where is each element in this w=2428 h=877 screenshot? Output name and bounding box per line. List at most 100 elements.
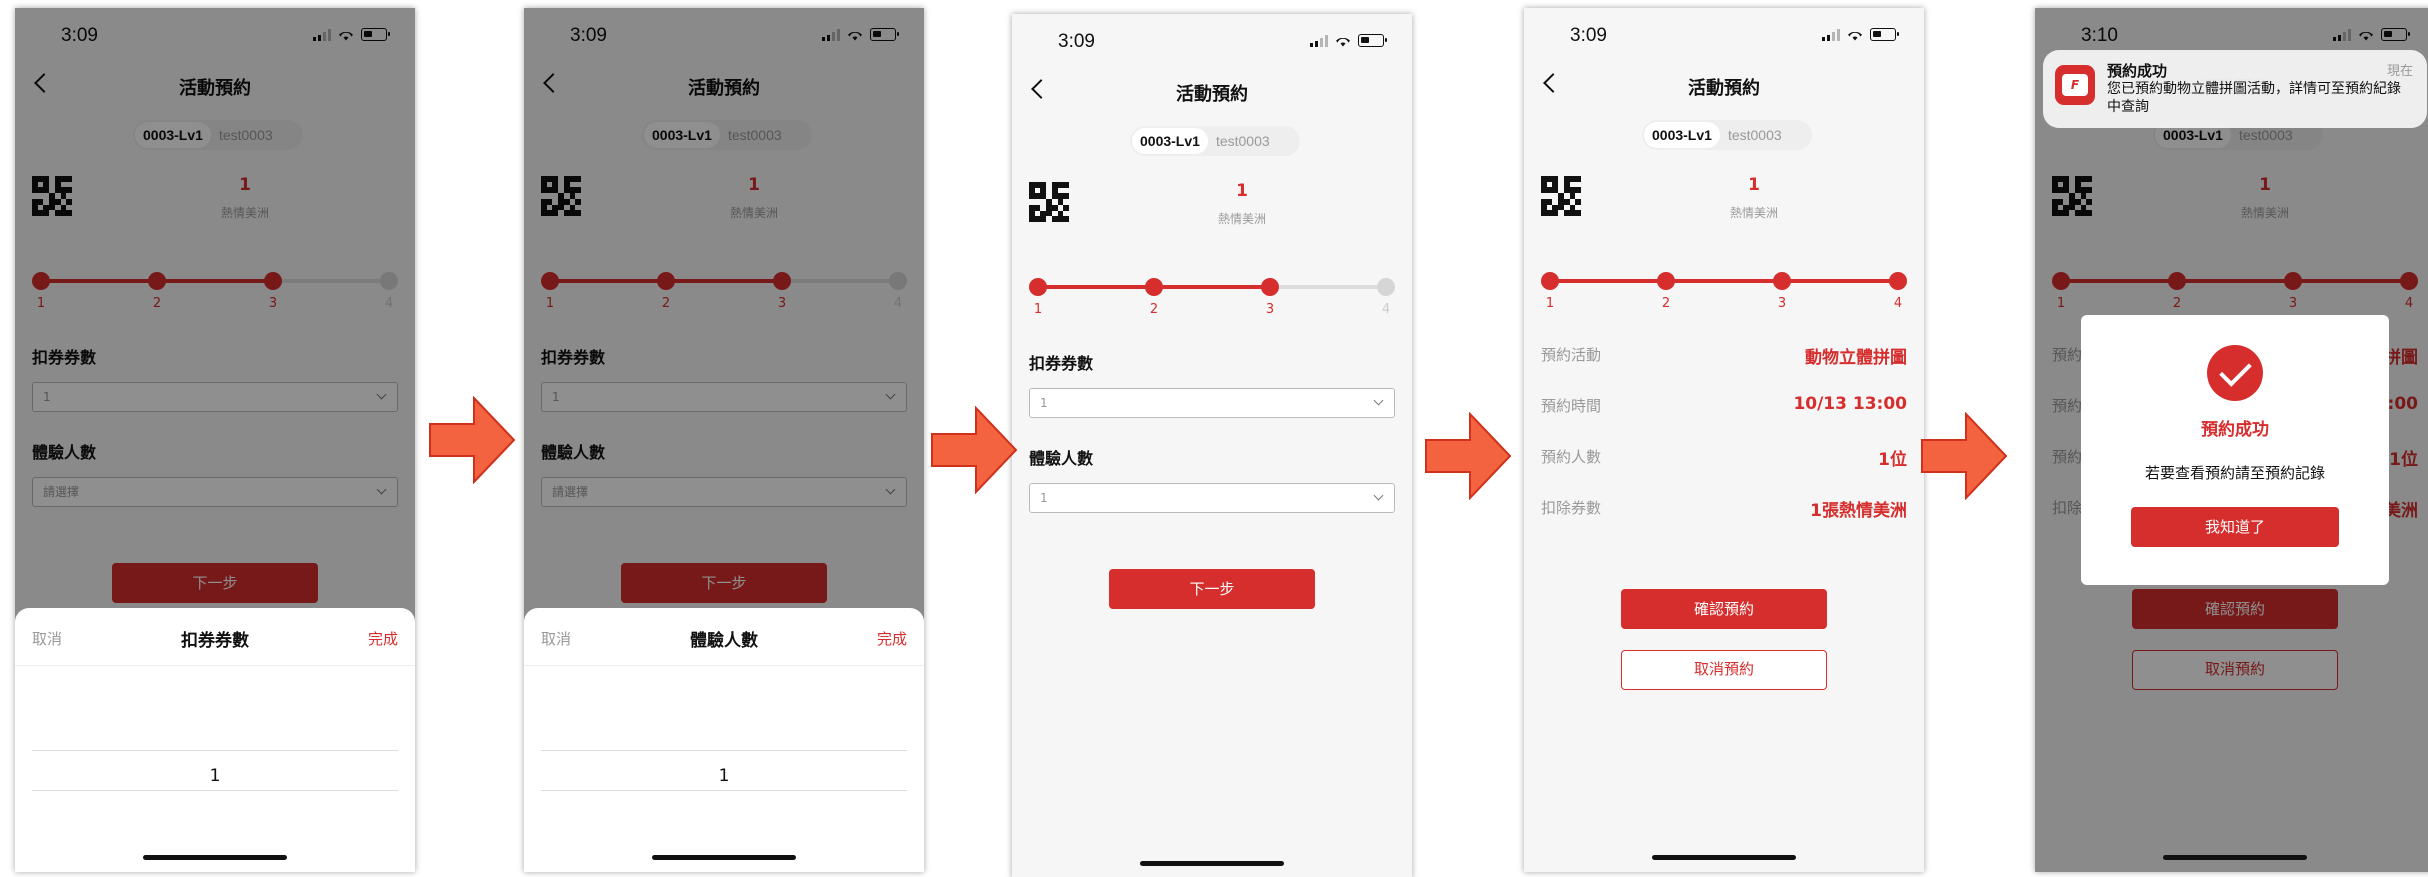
notification-title: 預約成功 [2107, 62, 2168, 80]
battery-icon [1358, 34, 1387, 47]
people-count-value: 1 [1040, 491, 1048, 505]
tab-account[interactable]: test0003 [1720, 127, 1790, 143]
summary-value-people: 1位 [1878, 450, 1907, 470]
summary-value-activity: 動物立體拼圖 [1805, 348, 1907, 368]
cancel-booking-button[interactable]: 取消預約 [1621, 650, 1827, 690]
app-icon: F [2055, 65, 2095, 105]
checkmark-icon [2207, 345, 2263, 401]
summary-label-coupon: 扣除券數 [1541, 499, 1602, 517]
level-name: 熱情美洲 [1217, 212, 1266, 226]
phone-screen-5: 3:10 活動預約 0003-Lv1 test0003 1 熱情美洲 1234 … [2035, 8, 2428, 872]
people-count-select[interactable]: 1 [1029, 483, 1395, 513]
people-count-label: 體驗人數 [1029, 449, 1094, 468]
page-title: 活動預約 [1176, 84, 1248, 105]
picker-divider [541, 750, 907, 751]
flow-arrow-icon [1921, 412, 2008, 500]
signal-icon [1310, 34, 1328, 47]
picker-done-button[interactable]: 完成 [877, 628, 907, 649]
step-dot [1541, 272, 1559, 290]
step-dot [1657, 272, 1675, 290]
picker-divider [32, 750, 398, 751]
tab-level[interactable]: 0003-Lv1 [1132, 128, 1208, 154]
step-label: 2 [1149, 302, 1159, 317]
step-label: 3 [1777, 296, 1787, 311]
picker-title: 扣券券數 [181, 631, 249, 651]
status-bar: 3:09 [1524, 8, 1924, 58]
qr-code-icon[interactable] [1029, 182, 1069, 222]
page-title: 活動預約 [1688, 78, 1760, 99]
push-notification[interactable]: F 預約成功 現在 您已預約動物立體拼圖活動，詳情可至預約紀錄中查詢 [2043, 50, 2427, 128]
step-label: 4 [1381, 302, 1391, 317]
status-icons [1822, 28, 1899, 41]
confirm-booking-button[interactable]: 確認預約 [1621, 589, 1827, 629]
picker-header: 取消 體驗人數 完成 [524, 608, 924, 666]
step-dot [1145, 278, 1163, 296]
next-button[interactable]: 下一步 [1109, 569, 1315, 609]
dialog-title: 預約成功 [2201, 420, 2269, 440]
step-progress: 1 2 3 4 [1541, 272, 1907, 322]
phone-screen-1: 3:09 活動預約 0003-Lv1 test0003 1 熱情美洲 1234 … [15, 8, 415, 872]
status-icons [1310, 34, 1387, 47]
level-name: 熱情美洲 [1729, 206, 1778, 220]
step-label: 4 [1893, 296, 1903, 311]
phone-screen-4: 3:09 活動預約 0003-Lv1 test0003 1 熱情美洲 1234 … [1524, 8, 1924, 872]
acknowledge-button[interactable]: 我知道了 [2131, 507, 2339, 547]
qr-code-icon[interactable] [1541, 176, 1581, 216]
step-progress: 1 2 3 4 [1029, 278, 1395, 328]
signal-icon [1822, 28, 1840, 41]
tab-account[interactable]: test0003 [1208, 133, 1278, 149]
battery-icon [1870, 28, 1899, 41]
picker-done-button[interactable]: 完成 [368, 628, 398, 649]
picker-sheet: 取消 扣券券數 完成 1 [15, 608, 415, 872]
step-dot [1261, 278, 1279, 296]
chevron-down-icon [1373, 395, 1384, 406]
picker-divider [32, 790, 398, 791]
status-bar: 3:09 [1012, 14, 1412, 64]
flow-arrow-icon [1425, 412, 1512, 500]
storyboard: 3:09 活動預約 0003-Lv1 test0003 1 熱情美洲 1234 … [0, 0, 2428, 877]
step-label: 2 [1661, 296, 1671, 311]
level-number: 1 [1748, 175, 1760, 195]
home-indicator [1140, 861, 1284, 866]
step-track-fill [1550, 279, 1898, 283]
chevron-down-icon [1373, 490, 1384, 501]
success-dialog: 預約成功 若要查看預約請至預約記錄 我知道了 [2081, 315, 2389, 585]
picker-sheet: 取消 體驗人數 完成 1 [524, 608, 924, 872]
home-indicator [143, 855, 287, 860]
step-dot [1029, 278, 1047, 296]
status-time: 3:09 [1570, 25, 1607, 46]
summary-value-time: 10/13 13:00 [1793, 394, 1907, 414]
flow-arrow-icon [931, 406, 1018, 494]
flow-arrow-icon [429, 396, 516, 484]
step-dot [1773, 272, 1791, 290]
summary-value-coupon: 1張熱情美洲 [1810, 501, 1907, 521]
step-dot [1889, 272, 1907, 290]
level-number: 1 [1236, 181, 1248, 201]
dialog-message: 若要查看預約請至預約記錄 [2144, 464, 2325, 482]
notification-body: 您已預約動物立體拼圖活動，詳情可至預約紀錄中查詢 [2107, 81, 2401, 115]
summary-label-time: 預約時間 [1541, 397, 1602, 415]
coupon-count-label: 扣券券數 [1029, 354, 1094, 373]
level-tabs: 0003-Lv1 test0003 [1130, 126, 1300, 156]
nav-bar: 活動預約 [1012, 69, 1412, 117]
nav-bar: 活動預約 [1524, 63, 1924, 111]
summary-label-people: 預約人數 [1541, 448, 1602, 466]
phone-screen-3: 3:09 活動預約 0003-Lv1 test0003 1 熱情美洲 1234 … [1012, 14, 1412, 877]
wifi-icon [1848, 31, 1862, 40]
home-indicator [2163, 855, 2307, 860]
step-label: 3 [1265, 302, 1275, 317]
home-indicator [652, 855, 796, 860]
home-indicator [1652, 855, 1796, 860]
step-label: 1 [1545, 296, 1555, 311]
coupon-count-value: 1 [1040, 396, 1048, 410]
notification-time: 現在 [2386, 64, 2413, 79]
picker-title: 體驗人數 [690, 631, 758, 651]
tab-level[interactable]: 0003-Lv1 [1644, 122, 1720, 148]
picker-wheel-value[interactable]: 1 [15, 766, 415, 786]
step-dot [1377, 278, 1395, 296]
picker-wheel-value[interactable]: 1 [524, 766, 924, 786]
summary-label-activity: 預約活動 [1541, 346, 1602, 364]
coupon-count-select[interactable]: 1 [1029, 388, 1395, 418]
step-label: 1 [1033, 302, 1043, 317]
status-time: 3:09 [1058, 31, 1095, 52]
